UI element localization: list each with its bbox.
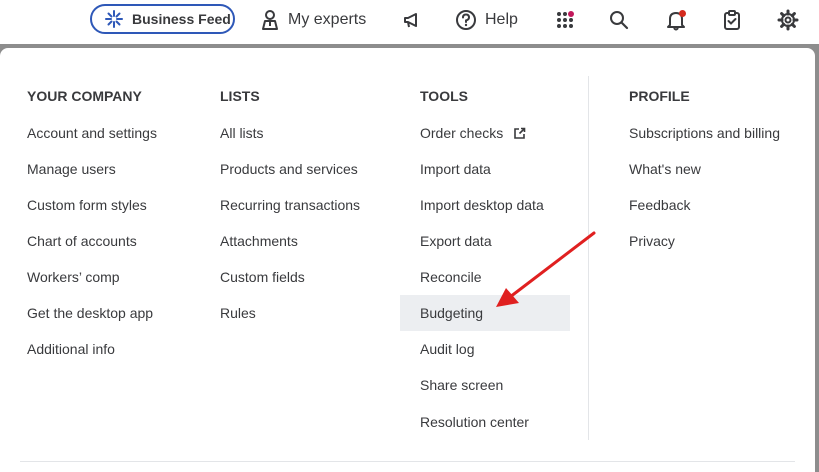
- column-title-profile: PROFILE: [629, 88, 690, 104]
- bottom-divider: [20, 461, 795, 462]
- column-title-tools: TOOLS: [420, 88, 468, 104]
- expert-person-icon: [262, 10, 278, 30]
- announcements-button[interactable]: [398, 6, 426, 34]
- menu-item-all-lists[interactable]: All lists: [220, 115, 264, 151]
- menu-item-audit-log[interactable]: Audit log: [420, 331, 474, 367]
- menu-item-import-desktop-data[interactable]: Import desktop data: [420, 187, 544, 223]
- menu-item-resolution-center[interactable]: Resolution center: [420, 404, 529, 440]
- menu-item-export-data[interactable]: Export data: [420, 223, 492, 259]
- help-label: Help: [485, 11, 518, 28]
- help-button[interactable]: Help: [455, 6, 518, 34]
- gear-icon: [777, 9, 799, 31]
- column-title-lists: LISTS: [220, 88, 260, 104]
- menu-item-order-checks[interactable]: Order checks: [420, 115, 526, 151]
- menu-item-feedback[interactable]: Feedback: [629, 187, 690, 223]
- menu-item-subscriptions-and-billing[interactable]: Subscriptions and billing: [629, 115, 780, 151]
- menu-item-attachments[interactable]: Attachments: [220, 223, 298, 259]
- menu-item-manage-users[interactable]: Manage users: [27, 151, 116, 187]
- search-button[interactable]: [605, 6, 633, 34]
- business-feed-button[interactable]: Business Feed: [90, 4, 235, 34]
- menu-item-rules[interactable]: Rules: [220, 295, 256, 331]
- column-title-your-company: YOUR COMPANY: [27, 88, 142, 104]
- business-feed-label: Business Feed: [132, 11, 231, 27]
- menu-item-additional-info[interactable]: Additional info: [27, 331, 115, 367]
- menu-item-share-screen[interactable]: Share screen: [420, 367, 503, 403]
- menu-item-whats-new[interactable]: What's new: [629, 151, 701, 187]
- settings-button[interactable]: [774, 6, 802, 34]
- menu-item-budgeting[interactable]: Budgeting: [400, 295, 570, 331]
- my-experts-button[interactable]: My experts: [260, 6, 366, 34]
- menu-item-custom-fields[interactable]: Custom fields: [220, 259, 305, 295]
- column-divider: [588, 76, 589, 440]
- settings-menu-panel: YOUR COMPANY Account and settings Manage…: [0, 48, 815, 472]
- notification-badge: [679, 10, 686, 17]
- menu-item-recurring-transactions[interactable]: Recurring transactions: [220, 187, 360, 223]
- sparkle-icon: [105, 10, 123, 28]
- clipboard-check-icon: [724, 10, 740, 30]
- menu-item-reconcile[interactable]: Reconcile: [420, 259, 481, 295]
- apps-button[interactable]: [551, 6, 579, 34]
- help-icon: [456, 10, 476, 30]
- external-link-icon: [514, 127, 526, 139]
- top-bar: Business Feed My experts Help: [0, 0, 819, 44]
- menu-item-chart-of-accounts[interactable]: Chart of accounts: [27, 223, 137, 259]
- my-experts-label: My experts: [288, 11, 367, 28]
- menu-item-order-checks-label: Order checks: [420, 125, 504, 141]
- search-icon: [610, 11, 629, 30]
- menu-item-custom-form-styles[interactable]: Custom form styles: [27, 187, 147, 223]
- apps-grid-icon: [557, 11, 574, 28]
- menu-item-workers-comp[interactable]: Workers’ comp: [27, 259, 120, 295]
- menu-item-import-data[interactable]: Import data: [420, 151, 491, 187]
- tasks-button[interactable]: [718, 6, 746, 34]
- menu-item-get-desktop-app[interactable]: Get the desktop app: [27, 295, 153, 331]
- menu-item-account-and-settings[interactable]: Account and settings: [27, 115, 157, 151]
- notifications-button[interactable]: [662, 6, 690, 34]
- menu-item-privacy[interactable]: Privacy: [629, 223, 675, 259]
- megaphone-icon: [404, 13, 417, 28]
- menu-item-products-and-services[interactable]: Products and services: [220, 151, 358, 187]
